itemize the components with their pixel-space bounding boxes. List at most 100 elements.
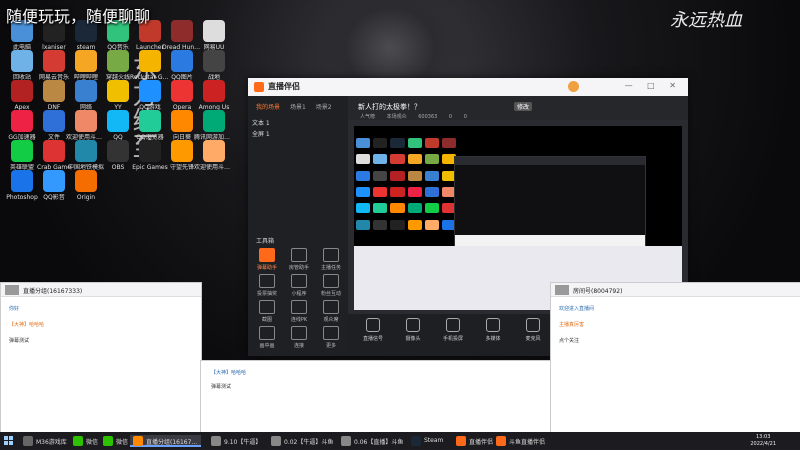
chat-message: 欢迎进入直播间	[559, 306, 595, 312]
toolbar-label: 麦克风	[525, 336, 541, 342]
tool-label: 观众席	[323, 317, 339, 323]
taskbar-item[interactable]: 微信	[70, 435, 102, 447]
app-logo-icon	[254, 82, 264, 92]
avatar[interactable]	[568, 81, 579, 92]
tool-icon	[259, 300, 275, 314]
tool-button[interactable]: 画中画	[252, 326, 282, 349]
app-icon	[43, 80, 65, 102]
toolbar-button[interactable]: 直播信号	[358, 318, 388, 342]
room-title[interactable]: 新人打的太极拳！？	[358, 102, 421, 112]
tool-button[interactable]: 投票抽奖	[252, 274, 282, 297]
toolbar-button[interactable]: 多媒体	[478, 318, 508, 342]
preview-mini-icon	[356, 154, 371, 165]
toolbar-button[interactable]: 麦克风	[518, 318, 548, 342]
app-icon	[107, 110, 129, 132]
preview-mini-icon	[390, 138, 405, 148]
app-icon	[43, 50, 65, 72]
tool-label: 房管助手	[288, 265, 309, 271]
tool-button[interactable]: 房管助手	[284, 248, 314, 271]
panel-title: 直播分组(16167333)	[1, 283, 201, 297]
toolbar-button[interactable]: 摄像头	[398, 318, 428, 342]
tool-button[interactable]: 连接	[284, 326, 314, 349]
stream-overlay-text: 随便玩玩，随便聊聊	[6, 7, 151, 26]
tool-button[interactable]: 观众席	[316, 300, 346, 323]
tool-button[interactable]: 弹幕助手	[252, 248, 282, 271]
windows-start-icon[interactable]	[4, 436, 14, 446]
tool-button[interactable]: 截图	[252, 300, 282, 323]
desktop-icon[interactable]: 欢迎使用斗鱼直播	[194, 140, 234, 178]
desktop-icon[interactable]: Origin	[66, 170, 106, 208]
tab-scene-1[interactable]: 场景1	[290, 104, 306, 111]
chat-message: 弹幕测试	[9, 338, 30, 344]
tool-button[interactable]: 主播任务	[316, 248, 346, 271]
tool-button[interactable]: 更多	[316, 326, 346, 349]
tool-label: 弹幕助手	[256, 265, 277, 271]
app-icon	[171, 140, 193, 162]
window-controls[interactable]: — □ ✕	[625, 81, 682, 90]
scene-item-fullscreen[interactable]: 全屏 1	[252, 129, 270, 138]
taskbar-item[interactable]: Steam	[408, 435, 447, 447]
edit-title-button[interactable]: 修改	[514, 102, 533, 111]
system-clock[interactable]: 13:03 2022/4/21	[750, 434, 776, 448]
app-icon	[139, 80, 161, 102]
taskbar-item-label: Steam	[424, 437, 444, 444]
app-icon	[11, 140, 33, 162]
toolbar-icon	[446, 318, 460, 332]
preview-mini-icon	[356, 219, 371, 230]
toolbar-button[interactable]: 手机投屏	[438, 318, 468, 342]
app-icon	[11, 80, 33, 102]
taskbar-item[interactable]: 直播伴侣	[453, 435, 497, 447]
tool-icon	[323, 274, 339, 288]
taskbar-item[interactable]: 0.06【直播】斗鱼	[338, 435, 407, 447]
tab-scene-2[interactable]: 场景2	[316, 104, 332, 111]
app-icon	[11, 50, 33, 72]
tool-icon	[291, 274, 307, 288]
tool-button[interactable]: 连线PK	[284, 300, 314, 323]
taskbar-item[interactable]: 直播分组(16167...	[130, 435, 202, 447]
preview-mini-icon	[424, 203, 439, 214]
tool-label: 更多	[325, 343, 336, 349]
app-icon	[107, 50, 129, 72]
preview-mini-icon	[390, 219, 405, 230]
taskbar-item-label: 0.06【直播】斗鱼	[354, 439, 404, 446]
tool-button[interactable]: 粉丝互动	[316, 274, 346, 297]
chat-panel-right[interactable]: 房间号(8004792) 欢迎进入直播间 主播真厉害 点个关注	[550, 282, 800, 434]
preview-mini-icon	[373, 154, 388, 165]
preview-mini-icon	[373, 203, 388, 214]
tool-icon	[259, 248, 275, 262]
scene-tabs[interactable]: 我的场景 场景1 场景2	[256, 102, 340, 111]
app-icon	[203, 80, 225, 102]
app-icon	[203, 50, 225, 72]
scene-item-text[interactable]: 文本 1	[252, 118, 270, 127]
tool-label: 连线PK	[290, 317, 308, 323]
preview-mini-icon	[407, 186, 422, 197]
app-title-bar[interactable]: 直播伴侣 — □ ✕	[248, 78, 688, 97]
taskbar-item-label: 直播分组(16167...	[146, 439, 198, 446]
preview-mini-icon	[373, 138, 388, 148]
taskbar-item[interactable]: 微信	[100, 435, 132, 447]
app-name: 直播伴侣	[268, 82, 300, 91]
app-icon	[171, 20, 193, 42]
taskbar-item[interactable]: 0.02【牛逼】斗鱼	[268, 435, 337, 447]
app-icon	[43, 140, 65, 162]
app-icon	[75, 50, 97, 72]
chat-panel-left[interactable]: 直播分组(16167333) 你好 【大神】哈哈哈 弹幕测试	[0, 282, 202, 434]
toolbar-icon	[486, 318, 500, 332]
toolbar-label: 手机投屏	[442, 336, 463, 342]
preview-mini-icon	[356, 186, 371, 197]
app-icon	[11, 170, 33, 192]
tab-scene-0[interactable]: 我的场景	[256, 104, 280, 111]
preview-mini-icon	[407, 203, 422, 214]
taskbar-item[interactable]: M36游戏库	[20, 435, 71, 447]
taskbar-app-icon	[73, 436, 83, 446]
toolbar-icon	[406, 318, 420, 332]
taskbar-item[interactable]: 斗鱼直播伴侣	[493, 435, 549, 447]
app-sidebar: 我的场景 场景1 场景2 文本 1 全屏 1 工具箱 弹幕助手 房管助手 主播任务投…	[248, 96, 348, 356]
chat-panel-center[interactable]: 【大神】哈哈哈 弹幕测试	[200, 360, 552, 434]
preview-mini-icon	[424, 219, 439, 230]
taskbar-app-icon	[271, 436, 281, 446]
preview-mini-icon	[356, 138, 371, 148]
taskbar-item[interactable]: 9.10【牛逼】	[208, 435, 265, 447]
tool-button[interactable]: 小程序	[284, 274, 314, 297]
taskbar-item-label: 0.02【牛逼】斗鱼	[284, 439, 334, 446]
